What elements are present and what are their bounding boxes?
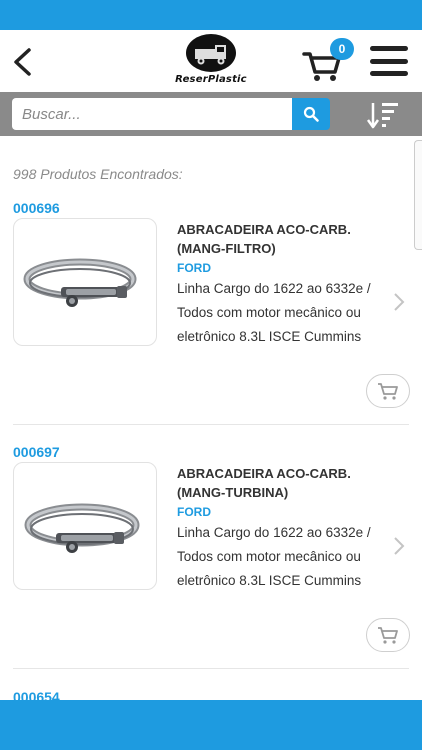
- app-header: ReserPlastic 0: [0, 30, 422, 92]
- product-title: ABRACADEIRA ACO-CARB. (MANG-TURBINA): [177, 466, 351, 500]
- sort-button[interactable]: [366, 100, 400, 130]
- bottom-bar: [0, 700, 422, 750]
- product-image: [13, 462, 157, 590]
- product-title: ABRACADEIRA ACO-CARB. (MANG-FILTRO): [177, 222, 351, 256]
- chevron-right-icon[interactable]: [392, 536, 406, 556]
- product-image: [13, 218, 157, 346]
- product-code: 000697: [13, 444, 60, 460]
- hose-clamp-image: [24, 503, 140, 553]
- chevron-right-icon[interactable]: [392, 292, 406, 312]
- sort-descending-icon: [366, 103, 398, 129]
- hose-clamp-image: [23, 258, 137, 307]
- product-code: 000696: [13, 200, 60, 216]
- product-card[interactable]: 000697 ABRACADEIRA ACO-CARB. (MANG-TURBI…: [0, 444, 422, 664]
- product-card[interactable]: 000696 ABRACADEIRA ACO-CARB. (MANG-FILTR…: [0, 200, 422, 420]
- results-count: 998 Produtos Encontrados:: [13, 166, 183, 182]
- product-code: 000654: [13, 689, 60, 700]
- add-to-cart-button[interactable]: [366, 618, 410, 652]
- hamburger-menu-icon: [370, 46, 408, 51]
- search-button[interactable]: [292, 98, 330, 130]
- divider: [13, 424, 409, 425]
- menu-button[interactable]: [370, 46, 408, 76]
- logo-text: ReserPlastic: [175, 74, 247, 85]
- search-input[interactable]: [12, 98, 292, 130]
- divider: [13, 668, 409, 669]
- product-description: Linha Cargo do 1622 ao 6332e / Todos com…: [177, 525, 371, 588]
- add-to-cart-button[interactable]: [366, 374, 410, 408]
- truck-logo-icon: [186, 34, 236, 72]
- cart-count-badge: 0: [330, 38, 354, 60]
- cart-icon: [378, 627, 398, 644]
- search-bar: [0, 92, 422, 136]
- product-description: Linha Cargo do 1622 ao 6332e / Todos com…: [177, 281, 371, 344]
- product-brand: FORD: [177, 505, 211, 519]
- back-button[interactable]: [8, 44, 36, 80]
- cart-button[interactable]: 0: [302, 38, 354, 82]
- reserplastic-logo[interactable]: ReserPlastic: [172, 34, 250, 90]
- status-bar: [0, 0, 422, 30]
- chevron-left-icon: [14, 48, 31, 76]
- search-icon: [303, 106, 319, 122]
- product-brand: FORD: [177, 261, 211, 275]
- cart-icon: [378, 383, 398, 400]
